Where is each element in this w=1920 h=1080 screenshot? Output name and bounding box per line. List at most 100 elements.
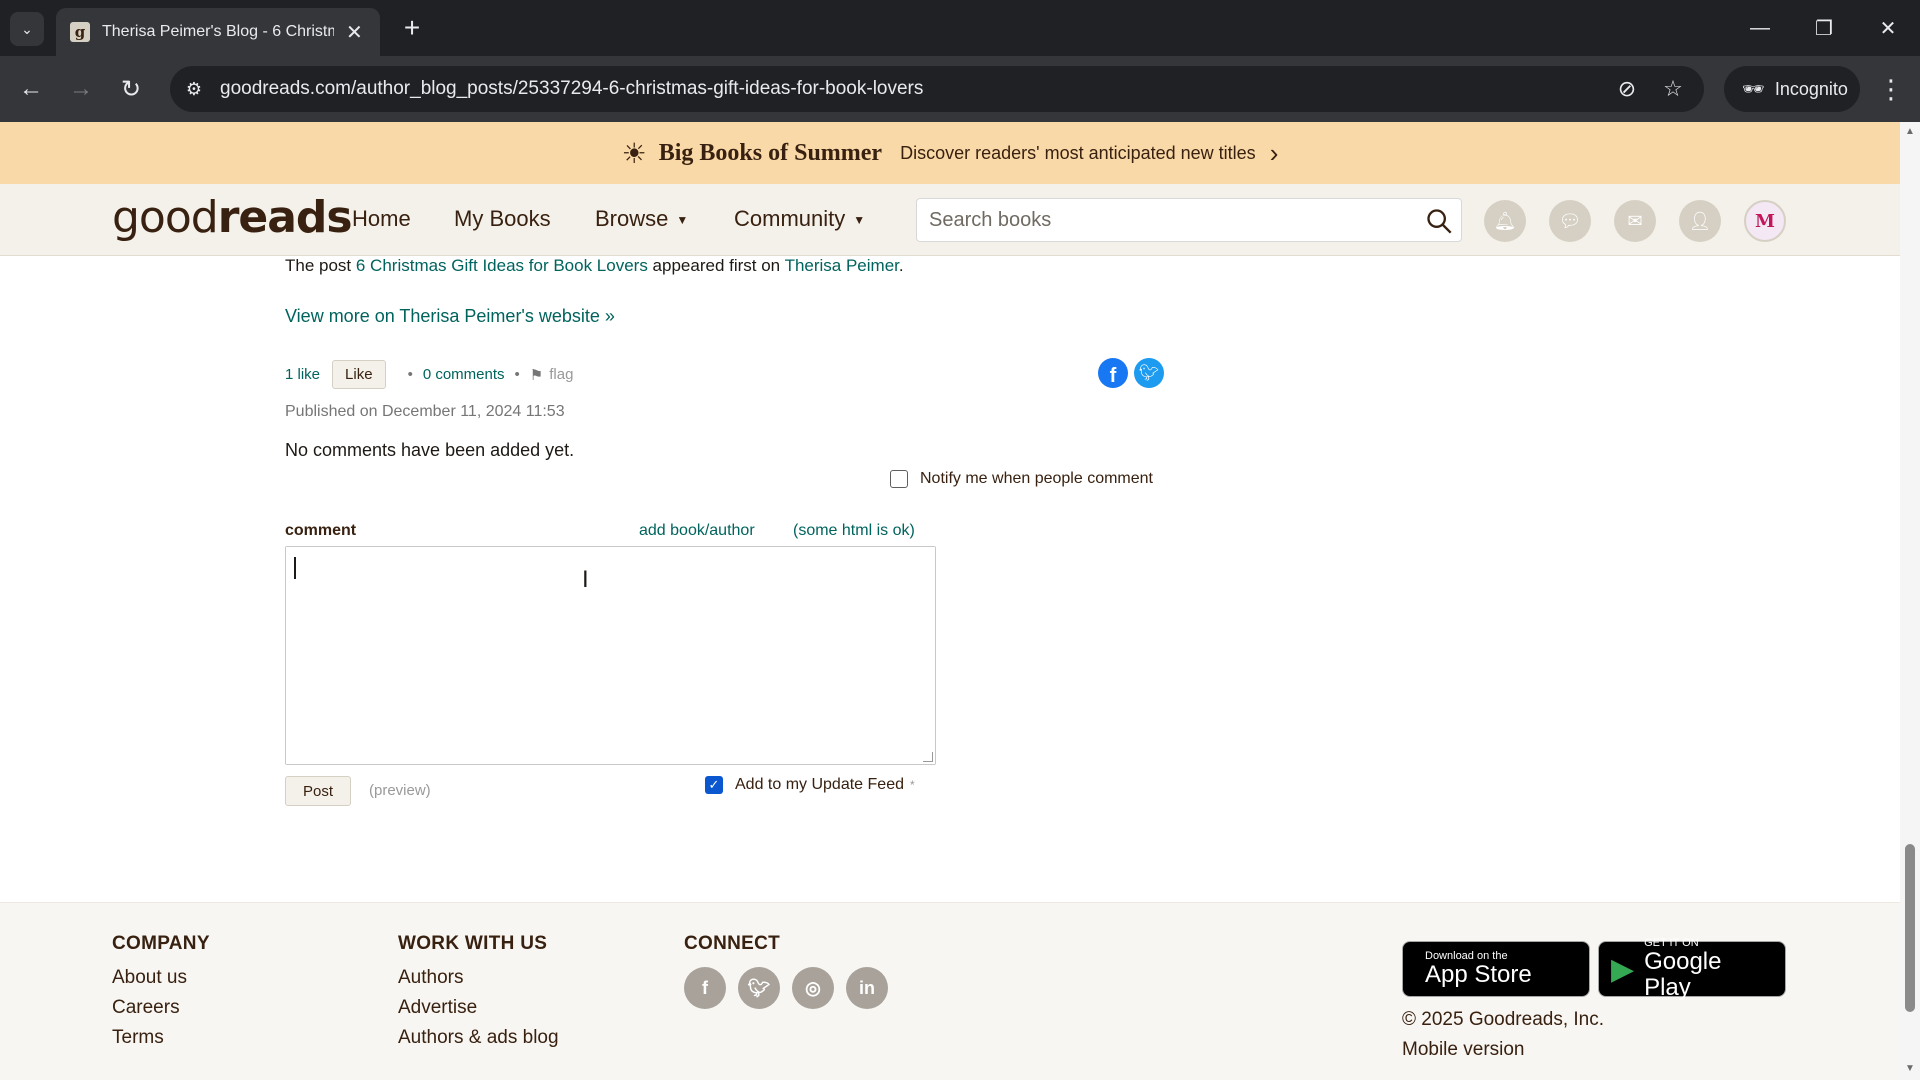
comment-textarea-wrapper [285,546,936,765]
search-input[interactable] [917,199,1407,241]
footer-link-advertise[interactable]: Advertise [398,997,559,1019]
share-buttons: f 🐦︎ [1098,358,1164,388]
separator: • [514,366,520,383]
notify-checkbox[interactable] [890,470,908,488]
comment-label: comment [285,522,357,539]
add-book-author-link[interactable]: add book/author [639,522,755,540]
promo-banner[interactable]: ☀ Big Books of Summer Discover readers' … [0,122,1900,184]
footer-company: COMPANY About us Careers Terms [112,933,210,1057]
nav-browse-label: Browse [595,206,669,231]
notifications-bell-icon[interactable]: 🔔︎ [1484,200,1526,242]
site-header: goodreads Home My Books Browse ▼ Communit… [0,184,1900,256]
flag-icon: ⚑ [529,366,544,384]
facebook-share-icon[interactable]: f [1098,358,1128,388]
author-website-link[interactable]: Therisa Peimer [785,256,899,275]
comment-textarea[interactable] [286,547,935,764]
footer-link-about[interactable]: About us [112,967,210,989]
messages-envelope-icon[interactable]: ✉ [1614,200,1656,242]
new-tab-button[interactable]: + [396,12,428,44]
forward-arrow-icon[interactable]: → [64,72,98,106]
page-scrollbar[interactable]: ▲ ▼ [1900,122,1920,1080]
copyright-text: © 2025 Goodreads, Inc. [1402,1009,1605,1030]
footer-link-terms[interactable]: Terms [112,1027,210,1049]
incognito-label: Incognito [1774,78,1848,99]
footer-link-careers[interactable]: Careers [112,997,210,1019]
goodreads-logo[interactable]: goodreads [112,192,353,243]
footer-link-authors[interactable]: Authors [398,967,559,989]
browser-menu-icon[interactable]: ⋮ [1876,72,1906,106]
close-window-icon[interactable]: ✕ [1868,10,1908,46]
friends-icon[interactable]: 👤︎ [1679,200,1721,242]
text-cursor-icon: I [582,566,589,593]
footer-connect: CONNECT [684,933,780,967]
caret-down-icon: ▼ [676,213,689,228]
facebook-icon[interactable]: f [684,967,726,1009]
eye-off-icon[interactable]: ⊘ [1614,76,1640,102]
like-button[interactable]: Like [332,360,386,389]
discussions-icon[interactable]: 💬︎ [1549,200,1591,242]
footer-heading: CONNECT [684,933,781,954]
promo-title: Big Books of Summer [658,139,883,166]
resize-handle[interactable] [923,752,933,762]
likes-count-link[interactable]: 1 like [285,366,320,383]
twitter-icon[interactable]: 🐦︎ [738,967,780,1009]
chevron-down-icon: ⌄ [21,20,33,37]
scroll-down-icon[interactable]: ▼ [1905,1063,1915,1074]
nav-community[interactable]: Community ▼ [734,206,865,232]
promo-text: Discover readers' most anticipated new t… [900,142,1256,163]
nav-home[interactable]: Home [352,206,411,232]
reload-icon[interactable]: ↻ [114,72,148,106]
update-feed-label: Add to my Update Feed [735,776,904,793]
close-tab-icon[interactable]: ✕ [346,20,363,45]
google-play-icon: ▶ [1611,952,1635,986]
app-store-big: App Store [1425,961,1532,988]
search-box [916,198,1462,242]
address-bar[interactable]: ⚙ goodreads.com/author_blog_posts/253372… [170,66,1704,112]
nav-browse[interactable]: Browse ▼ [595,206,688,232]
sun-icon: ☀ [621,137,647,169]
mobile-version-link[interactable]: Mobile version [1402,1039,1525,1061]
instagram-icon[interactable]: ◎ [792,967,834,1009]
profile-avatar[interactable]: M [1744,200,1786,242]
appeared-first-text: The post 6 Christmas Gift Ideas for Book… [285,256,904,275]
google-play-big: Google Play [1644,948,1722,1001]
view-more-link[interactable]: View more on Therisa Peimer's website » [285,306,615,327]
url-text[interactable]: goodreads.com/author_blog_posts/25337294… [220,78,923,100]
search-icon[interactable] [1425,207,1453,235]
site-info-icon[interactable]: ⚙ [182,77,206,101]
incognito-badge[interactable]: 🕶 Incognito [1724,66,1860,112]
some-html-ok-link[interactable]: (some html is ok) [793,522,915,540]
flag-link[interactable]: flag [549,366,573,383]
tab-search-button[interactable]: ⌄ [10,12,44,46]
google-play-badge[interactable]: ▶ GET IT ON Google Play [1598,937,1786,1001]
browser-tab-bar: ⌄ g Therisa Peimer's Blog - 6 Christmas … [0,0,1920,56]
twitter-share-icon[interactable]: 🐦︎ [1134,358,1164,388]
post-actions: 1 like Like • 0 comments • ⚑ flag [285,360,573,389]
scroll-up-icon[interactable]: ▲ [1905,126,1915,137]
asterisk-icon: * [909,778,915,792]
notify-label: Notify me when people comment [920,470,1153,487]
update-feed-checkbox[interactable]: ✓ [705,776,723,794]
notify-option[interactable]: Notify me when people comment [890,470,1153,488]
bookmark-star-icon[interactable]: ☆ [1660,76,1686,102]
footer-heading: WORK WITH US [398,933,548,954]
preview-link[interactable]: (preview) [369,782,431,799]
post-comment-button[interactable]: Post [285,776,351,806]
scroll-thumb[interactable] [1905,844,1915,1012]
app-store-badge[interactable]: Download on the App Store [1402,941,1590,997]
incognito-icon: 🕶 [1742,78,1765,99]
update-feed-option[interactable]: ✓ Add to my Update Feed * [705,776,915,794]
nav-my-books[interactable]: My Books [454,206,551,232]
nav-community-label: Community [734,206,846,231]
post-title-link[interactable]: 6 Christmas Gift Ideas for Book Lovers [356,256,648,275]
footer-social-icons: f 🐦︎ ◎ in [684,967,900,1009]
browser-tab-active[interactable]: g Therisa Peimer's Blog - 6 Christmas Gi… [56,8,380,56]
minimize-icon[interactable]: — [1740,10,1780,46]
linkedin-icon[interactable]: in [846,967,888,1009]
back-arrow-icon[interactable]: ← [14,72,48,106]
comments-count-link[interactable]: 0 comments [423,366,505,383]
text-caret [294,557,296,579]
footer-link-ads-blog[interactable]: Authors & ads blog [398,1027,559,1049]
footer-work-with-us: WORK WITH US Authors Advertise Authors &… [398,933,559,1057]
restore-icon[interactable]: ❐ [1804,10,1844,46]
